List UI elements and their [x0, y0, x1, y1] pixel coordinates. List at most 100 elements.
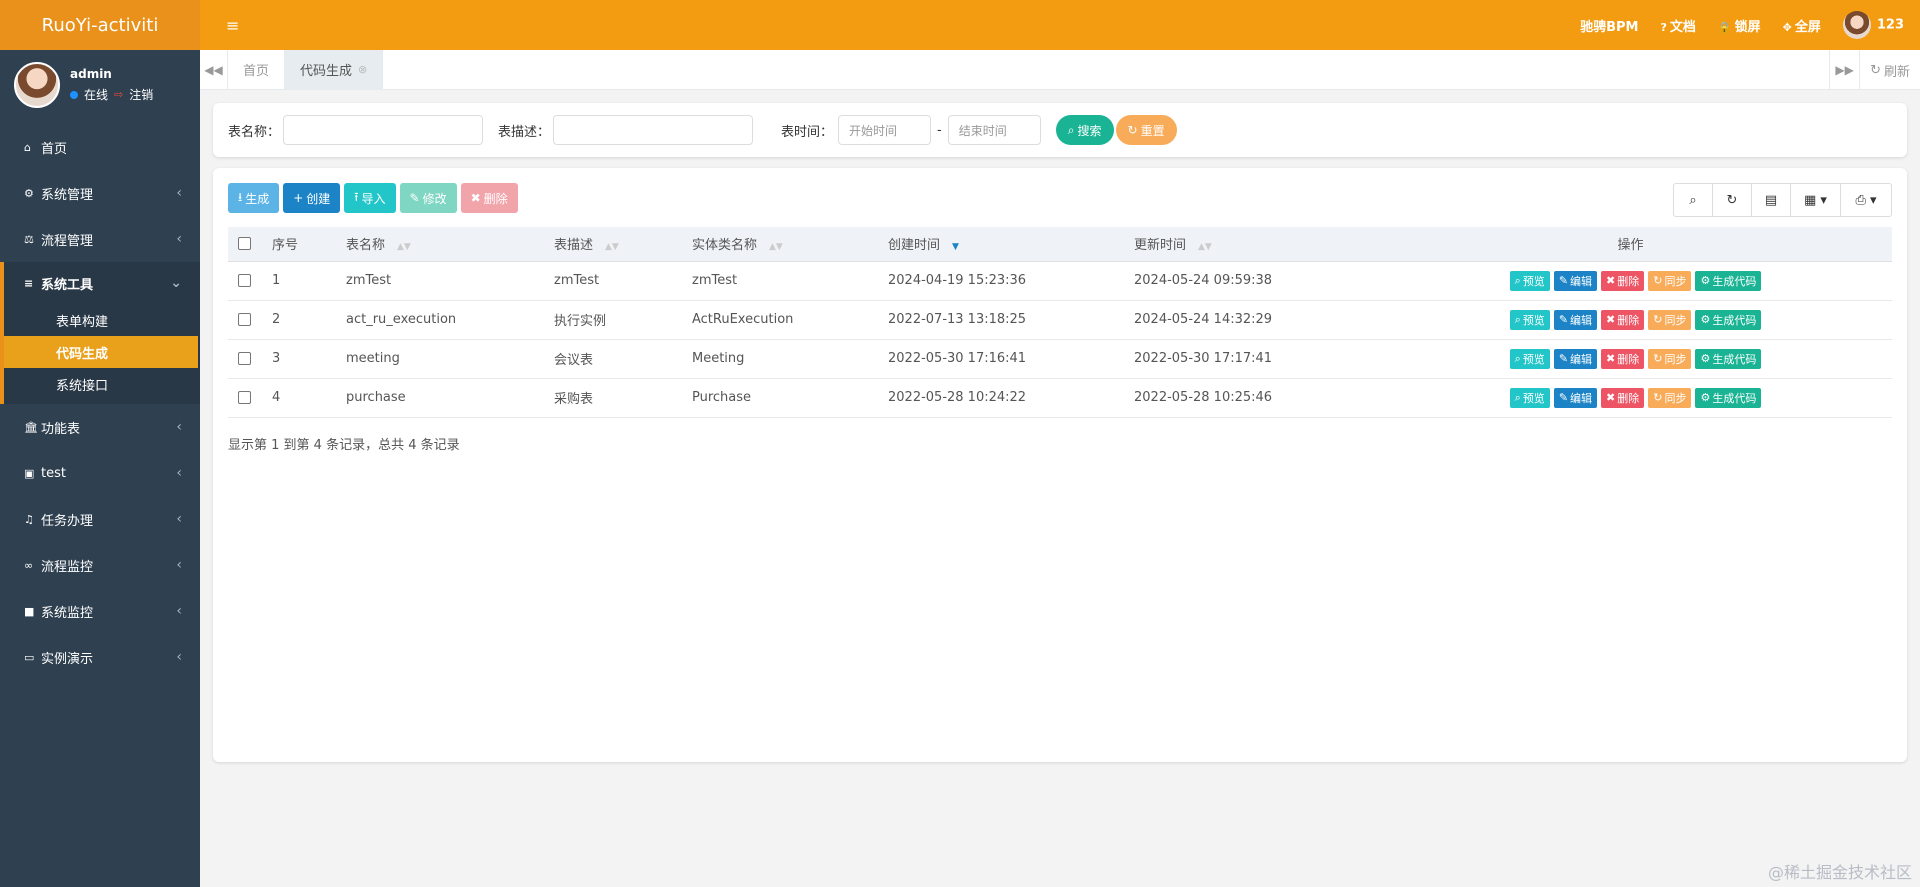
generate-code-button[interactable]: ⚙ 生成代码 — [1695, 270, 1762, 291]
edit-button[interactable]: ✎ 修改 — [399, 183, 457, 213]
tab-scroll-right-icon[interactable]: ▶▶ — [1829, 50, 1859, 90]
sidebar-item-demo[interactable]: ▭ 实例演示 ‹ — [0, 634, 200, 680]
table-row[interactable]: 2 act_ru_execution 执行实例 ActRuExecution 2022-… — [228, 300, 1892, 340]
sidebar-item-process[interactable]: ⚖ 流程管理 ‹ — [0, 216, 200, 262]
action-label: 编辑 — [1570, 313, 1593, 327]
delete-row-button[interactable]: ✖ 删除 — [1601, 309, 1645, 330]
col-header-created[interactable]: 创建时间 ▼ — [878, 227, 1124, 262]
badge-icon: ▣ — [24, 466, 35, 480]
col-header-desc[interactable]: 表描述 ▲▼ — [544, 227, 682, 262]
user-name: admin — [70, 67, 112, 81]
tab-scroll-left-icon[interactable]: ◀◀ — [200, 49, 228, 90]
sidebar-item-function-table[interactable]: 🏛 功能表 ‹ — [0, 404, 200, 450]
search-icon[interactable]: ⌕ — [1674, 184, 1713, 216]
action-label: 同步 — [1664, 274, 1687, 288]
docs-link[interactable]: ? 文档 — [1661, 16, 1696, 35]
select-all-checkbox[interactable] — [238, 237, 251, 251]
sidebar-item-api[interactable]: 系统接口 — [4, 368, 200, 400]
row-checkbox[interactable] — [238, 274, 251, 287]
menu-toggle-icon[interactable]: ≡ — [226, 16, 239, 35]
generate-code-button[interactable]: ⚙ 生成代码 — [1695, 387, 1762, 408]
times-icon: ✖ — [470, 191, 481, 205]
user-status: 在线 ⇨ 注销 — [70, 86, 153, 103]
table-row[interactable]: 4 purchase 采购表 Purchase 2022-05-28 10:24:22 2… — [228, 378, 1892, 418]
action-label: 编辑 — [1570, 274, 1593, 288]
table-name-input[interactable] — [283, 115, 484, 145]
columns-icon[interactable]: ▦ ▾ — [1791, 184, 1841, 216]
sync-button[interactable]: ↻ 同步 — [1648, 387, 1692, 408]
delete-row-button[interactable]: ✖ 删除 — [1601, 387, 1645, 408]
sidebar-item-tools[interactable]: ≡ 系统工具 ⌄ — [0, 262, 200, 304]
preview-button[interactable]: ⌕ 预览 — [1509, 309, 1550, 330]
edit-row-button[interactable]: ✎ 编辑 — [1553, 309, 1598, 330]
col-header-label: 实体类名称 — [692, 238, 758, 254]
sync-button[interactable]: ↻ 同步 — [1648, 270, 1692, 291]
tab-home[interactable]: 首页 — [228, 49, 286, 90]
preview-button[interactable]: ⌕ 预览 — [1509, 270, 1550, 291]
action-label: 删除 — [1617, 352, 1640, 366]
gen-table: 序号 表名称 ▲▼ 表描述 ▲▼ 实体类名称 ▲▼ 创建时间 ▼ 更新时间 ▲▼ 操作 1… — [228, 227, 1892, 418]
lock-link[interactable]: 🔒 锁屏 — [1718, 16, 1761, 35]
col-header-updated[interactable]: 更新时间 ▲▼ — [1124, 227, 1369, 262]
user-avatar[interactable] — [14, 62, 60, 108]
user-menu[interactable]: 123 — [1842, 11, 1904, 39]
table-desc-input[interactable] — [553, 115, 754, 145]
chevron-left-icon: ‹ — [176, 185, 182, 201]
generate-code-button[interactable]: ⚙ 生成代码 — [1695, 348, 1762, 369]
export-icon[interactable]: ⎙ ▾ — [1841, 184, 1891, 216]
sync-button[interactable]: ↻ 同步 — [1648, 348, 1692, 369]
action-label: 生成代码 — [1712, 391, 1757, 405]
table-row[interactable]: 1 zmTest zmTest zmTest 2024-04-19 15:23:36 20… — [228, 261, 1892, 301]
sidebar-item-code-gen[interactable]: 代码生成 — [4, 336, 198, 368]
action-label: 预览 — [1522, 274, 1545, 288]
refresh-tab-button[interactable]: ↻ 刷新 — [1859, 50, 1920, 90]
edit-row-button[interactable]: ✎ 编辑 — [1553, 348, 1598, 369]
close-icon[interactable]: ⊗ — [358, 63, 367, 76]
delete-row-button[interactable]: ✖ 删除 — [1601, 270, 1645, 291]
action-label: 编辑 — [1570, 352, 1593, 366]
col-header-name[interactable]: 表名称 ▲▼ — [336, 227, 544, 262]
sidebar-item-system-monitor[interactable]: ■ 系统监控 ‹ — [0, 588, 200, 634]
row-checkbox[interactable] — [238, 313, 251, 326]
fullscreen-link[interactable]: ✥ 全屏 — [1783, 16, 1821, 35]
delete-button[interactable]: ✖ 删除 — [460, 183, 518, 213]
sidebar-item-system[interactable]: ⚙ 系统管理 ‹ — [0, 170, 200, 216]
reset-button[interactable]: ↻ 重置 — [1115, 115, 1177, 145]
preview-button[interactable]: ⌕ 预览 — [1509, 387, 1550, 408]
download-icon: ⭳ — [238, 189, 243, 204]
sidebar-item-process-monitor[interactable]: ∞ 流程监控 ‹ — [0, 542, 200, 588]
list-icon[interactable]: ▤ — [1752, 184, 1791, 216]
user-menu-name: 123 — [1876, 17, 1904, 33]
edit-row-button[interactable]: ✎ 编辑 — [1553, 387, 1598, 408]
delete-row-button[interactable]: ✖ 删除 — [1601, 348, 1645, 369]
app-logo[interactable]: RuoYi-activiti — [0, 0, 200, 50]
row-checkbox[interactable] — [238, 391, 251, 404]
action-label: 编辑 — [1570, 391, 1593, 405]
generate-code-button[interactable]: ⚙ 生成代码 — [1695, 309, 1762, 330]
search-button[interactable]: ⌕ 搜索 — [1055, 115, 1114, 145]
bars-icon: ≡ — [24, 276, 34, 290]
create-button[interactable]: + 创建 — [283, 183, 341, 213]
table-row[interactable]: 3 meeting 会议表 Meeting 2022-05-30 17:16:41 202… — [228, 339, 1892, 379]
start-time-input[interactable]: 开始时间 — [838, 115, 932, 145]
cell-name: purchase — [336, 378, 544, 418]
col-header-entity[interactable]: 实体类名称 ▲▼ — [682, 227, 878, 262]
sidebar-item-home[interactable]: ⌂ 首页 — [0, 124, 200, 170]
sync-button[interactable]: ↻ 同步 — [1648, 309, 1692, 330]
sidebar-item-form-builder[interactable]: 表单构建 — [4, 304, 200, 336]
logout-link[interactable]: 注销 — [129, 86, 153, 103]
generate-button[interactable]: ⭳ 生成 — [228, 183, 280, 213]
preview-button[interactable]: ⌕ 预览 — [1509, 348, 1550, 369]
import-button[interactable]: ⭱ 导入 — [344, 183, 396, 213]
sidebar-item-tasks[interactable]: ♫ 任务办理 ‹ — [0, 496, 200, 542]
gear-icon: ⚙ — [1700, 352, 1711, 365]
row-checkbox[interactable] — [238, 352, 251, 365]
tab-code-gen[interactable]: 代码生成 ⊗ — [285, 49, 384, 90]
refresh-icon[interactable]: ↻ — [1713, 184, 1752, 216]
sidebar-item-test[interactable]: ▣ test ‹ — [0, 450, 200, 496]
end-time-input[interactable]: 结束时间 — [947, 115, 1041, 145]
bpm-link[interactable]: 驰骋BPM — [1580, 16, 1638, 35]
cell-created: 2024-04-19 15:23:36 — [878, 261, 1124, 301]
edit-row-button[interactable]: ✎ 编辑 — [1553, 270, 1598, 291]
top-navbar: ≡ 驰骋BPM ? 文档 🔒 锁屏 ✥ 全屏 123 — [200, 0, 1920, 50]
